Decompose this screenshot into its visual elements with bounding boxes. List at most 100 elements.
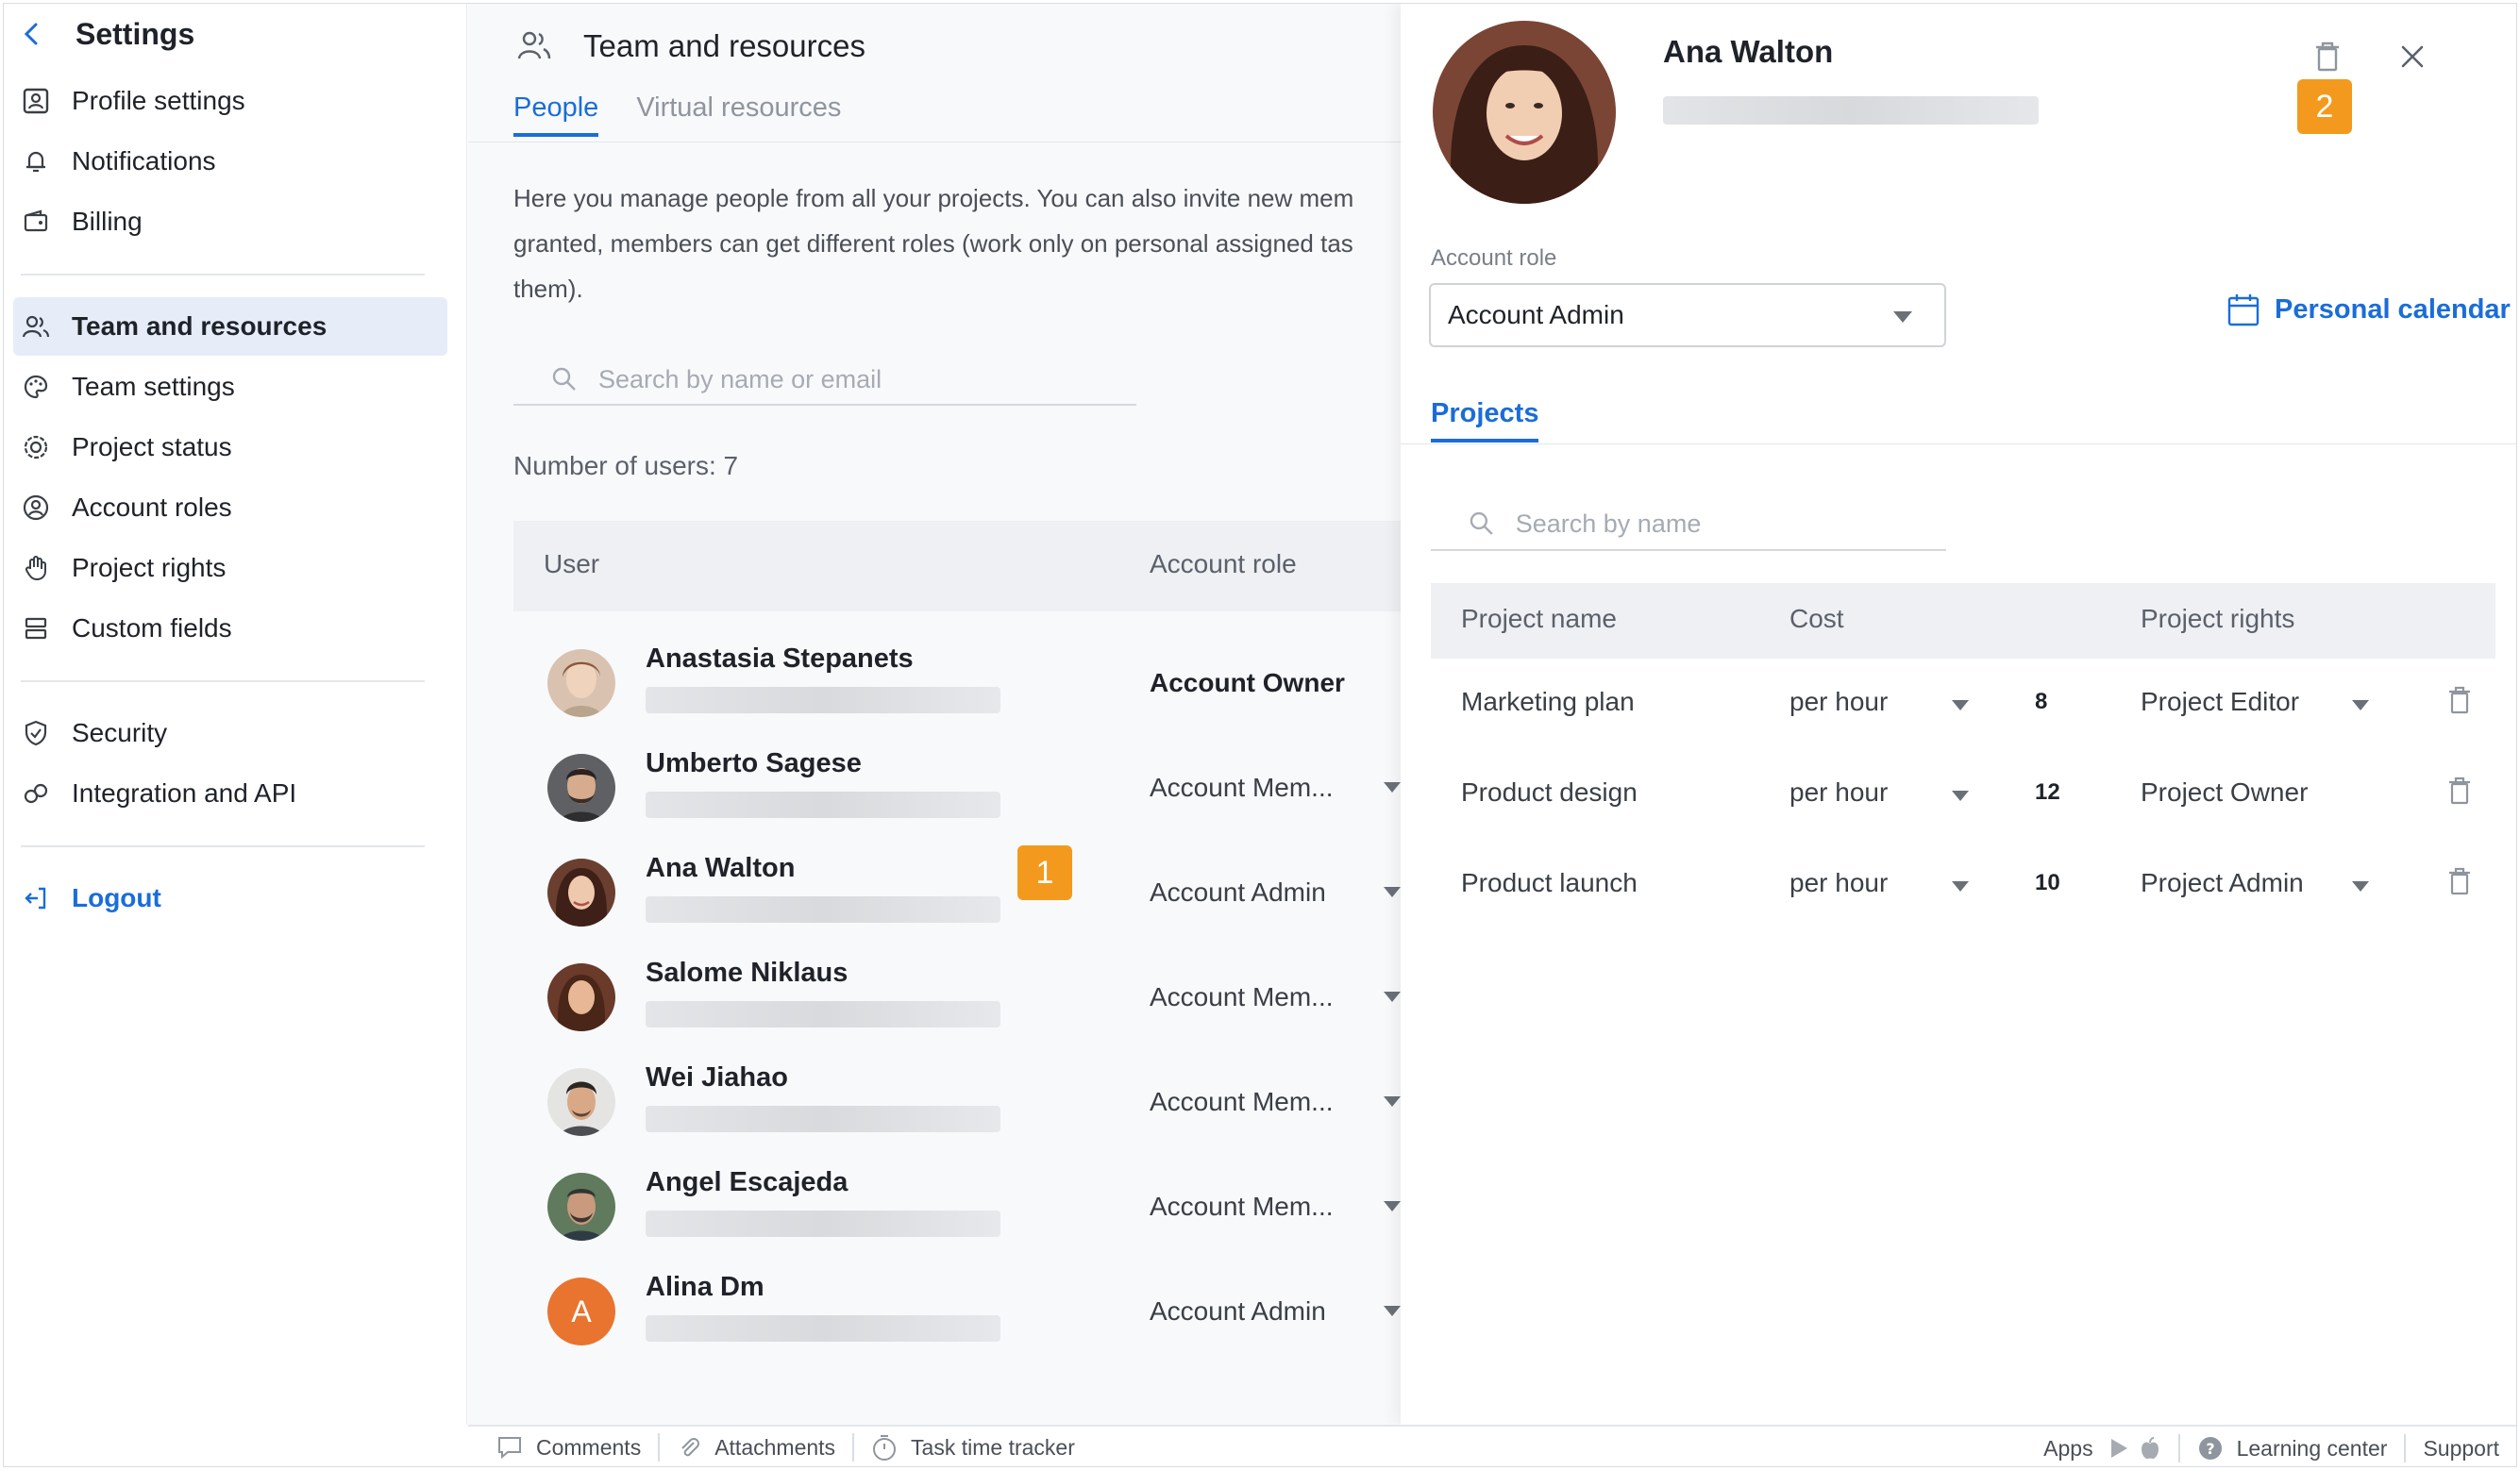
table-row[interactable]: Salome Niklaus Account Mem... (513, 939, 1420, 1044)
main-content: Team and resources People Virtual resour… (468, 4, 1420, 1425)
footer-support-label: Support (2423, 1435, 2499, 1461)
sidebar-item-profile-settings[interactable]: Profile settings (13, 72, 447, 130)
trash-icon[interactable] (2443, 864, 2477, 898)
sidebar-item-label: Billing (72, 207, 143, 236)
personal-calendar-label: Personal calendar (2275, 293, 2511, 325)
cost-type-select[interactable]: per hour (1789, 777, 1888, 808)
user-email-blurred (646, 1315, 1000, 1342)
table-row: Product design per hour 12 Project Owner (1431, 747, 2495, 838)
sidebar-divider (21, 845, 425, 847)
chevron-down-icon[interactable] (2352, 881, 2369, 892)
chevron-down-icon[interactable] (1952, 700, 1969, 710)
project-search-input[interactable] (1515, 509, 1946, 539)
footer-task-time-tracker[interactable]: Task time tracker (871, 1433, 1075, 1462)
cost-value[interactable]: 12 (2035, 779, 2060, 806)
sidebar-item-custom-fields[interactable]: Custom fields (13, 599, 447, 658)
user-email-blurred (646, 687, 1000, 713)
account-role-select[interactable]: Account Mem... (1150, 773, 1334, 803)
account-role-select[interactable]: Account Admin (1150, 877, 1326, 908)
chevron-down-icon[interactable] (1384, 782, 1401, 793)
account-role-select[interactable]: Account Mem... (1150, 982, 1334, 1012)
chevron-down-icon[interactable] (1384, 887, 1401, 897)
column-header-project-name: Project name (1461, 604, 1617, 633)
trash-icon[interactable] (2309, 38, 2346, 75)
user-email-blurred (646, 1106, 1000, 1132)
search-input[interactable] (598, 364, 1127, 394)
paperclip-icon (681, 1438, 700, 1457)
table-row: Product launch per hour 10 Project Admin (1431, 838, 2495, 928)
tab-projects[interactable]: Projects (1431, 398, 1539, 443)
close-icon[interactable] (2394, 38, 2431, 75)
back-icon[interactable] (15, 17, 49, 51)
chevron-down-icon[interactable] (1952, 791, 1969, 801)
chevron-down-icon[interactable] (1384, 1096, 1401, 1107)
calendar-icon (2227, 294, 2260, 326)
panel-tabs-divider (1401, 443, 2516, 444)
chevron-down-icon[interactable] (1384, 1306, 1401, 1316)
tab-virtual-resources[interactable]: Virtual resources (636, 92, 841, 137)
sidebar-item-account-roles[interactable]: Account roles (13, 478, 447, 537)
trash-icon[interactable] (2443, 683, 2477, 717)
user-name: Anastasia Stepanets (646, 643, 914, 674)
project-name: Product design (1461, 777, 1638, 807)
footer-apps[interactable]: Apps (2043, 1436, 2160, 1462)
personal-calendar-link[interactable]: Personal calendar (2227, 292, 2511, 326)
chevron-down-icon[interactable] (1384, 992, 1401, 1002)
account-role-value: Account Admin (1448, 300, 1624, 329)
chevron-down-icon[interactable] (2352, 700, 2369, 710)
sidebar-item-team-and-resources[interactable]: Team and resources (13, 297, 447, 356)
stopwatch-icon (873, 1435, 897, 1461)
user-detail-panel: Ana Walton 2 Account role Account Admin … (1401, 4, 2516, 1425)
sidebar-item-label: Project rights (72, 553, 227, 582)
sidebar-title: Settings (76, 17, 195, 51)
profile-card-icon (21, 86, 51, 116)
sidebar-item-notifications[interactable]: Notifications (13, 132, 447, 191)
sidebar-item-label: Project status (72, 432, 232, 461)
cost-type-select[interactable]: per hour (1789, 687, 1888, 717)
column-header-project-rights: Project rights (2141, 604, 2295, 633)
table-row[interactable]: Umberto Sagese Account Mem... (513, 729, 1420, 834)
cost-type-select[interactable]: per hour (1789, 868, 1888, 898)
sidebar-item-project-status[interactable]: Project status (13, 418, 447, 476)
table-row[interactable]: Ana Walton Account Admin (513, 834, 1420, 939)
table-row[interactable]: Anastasia Stepanets Account Owner (513, 625, 1420, 729)
footer-comments[interactable]: Comments (496, 1435, 641, 1461)
avatar (547, 754, 615, 822)
table-row[interactable]: A Alina Dm Account Admin (513, 1253, 1420, 1358)
sidebar-item-billing[interactable]: Billing (13, 192, 447, 251)
footer-comments-label: Comments (536, 1434, 642, 1460)
chevron-down-icon[interactable] (1384, 1201, 1401, 1211)
account-role-select[interactable]: Account Admin (1150, 1296, 1326, 1327)
sidebar-item-label: Custom fields (72, 613, 232, 643)
status-gear-icon (21, 432, 51, 462)
sidebar-item-security[interactable]: Security (13, 704, 447, 762)
account-role-select[interactable]: Account Mem... (1150, 1192, 1334, 1222)
footer-support[interactable]: Support (2423, 1436, 2499, 1462)
footer-attachments[interactable]: Attachments (677, 1435, 835, 1461)
table-row[interactable]: Angel Escajeda Account Mem... (513, 1148, 1420, 1253)
bell-icon (21, 146, 51, 176)
panel-user-name: Ana Walton (1663, 34, 1834, 69)
sidebar-item-integration-and-api[interactable]: Integration and API (13, 764, 447, 823)
tab-people[interactable]: People (513, 92, 599, 137)
cost-value[interactable]: 8 (2035, 689, 2047, 715)
user-name: Salome Niklaus (646, 958, 848, 988)
palette-icon (21, 372, 51, 402)
sidebar-item-team-settings[interactable]: Team settings (13, 358, 447, 416)
table-row[interactable]: Wei Jiahao Account Mem... (513, 1044, 1420, 1148)
chevron-down-icon[interactable] (1952, 881, 1969, 892)
apple-icon (2141, 1437, 2159, 1460)
account-role-select[interactable]: Account Admin (1429, 283, 1946, 347)
user-name: Wei Jiahao (646, 1062, 788, 1093)
avatar-initial-letter: A (571, 1294, 592, 1328)
cost-value[interactable]: 10 (2035, 870, 2060, 896)
trash-icon[interactable] (2443, 774, 2477, 808)
footer-learning-center[interactable]: ? Learning center (2197, 1435, 2387, 1462)
logout-icon (21, 883, 51, 913)
avatar-initial: A (547, 1278, 615, 1345)
logout-button[interactable]: Logout (13, 869, 447, 927)
account-role-select[interactable]: Account Mem... (1150, 1087, 1334, 1117)
project-rights-select[interactable]: Project Editor (2141, 687, 2299, 717)
project-rights-select[interactable]: Project Admin (2141, 868, 2304, 898)
sidebar-item-project-rights[interactable]: Project rights (13, 539, 447, 597)
